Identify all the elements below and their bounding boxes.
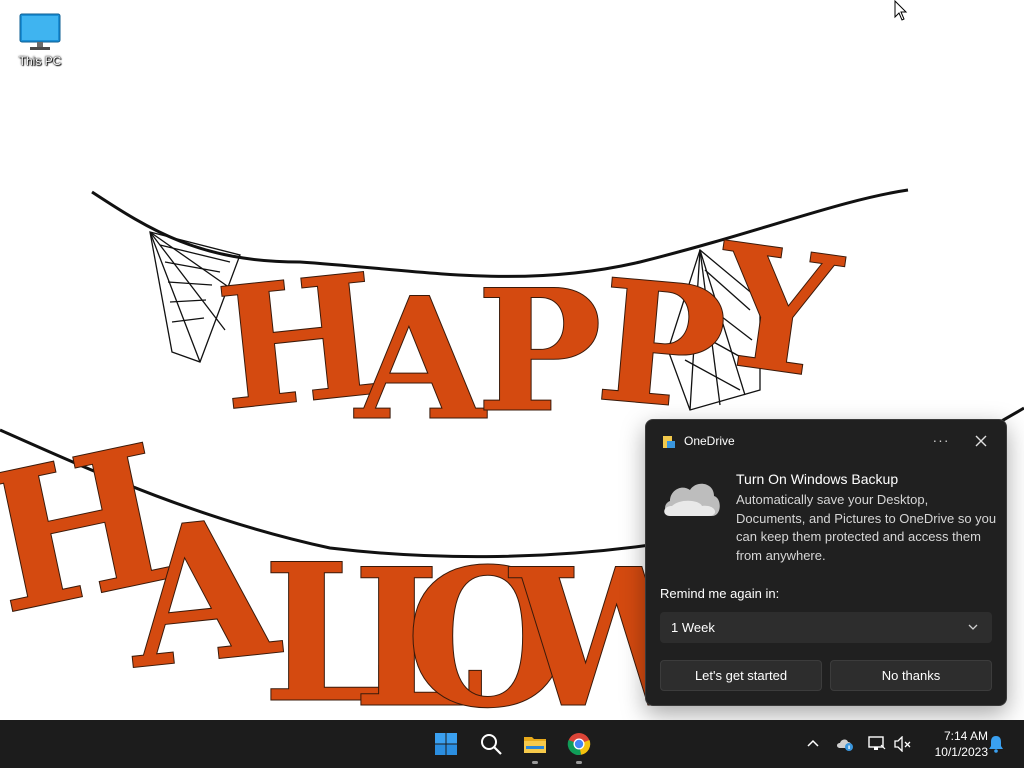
toast-title: Turn On Windows Backup <box>736 471 899 487</box>
monitor-icon <box>19 13 61 50</box>
onedrive-icon[interactable] <box>836 736 854 752</box>
taskbar-clock[interactable]: 7:14 AM 10/1/2023 <box>918 728 988 760</box>
chevron-up-icon[interactable] <box>806 736 820 750</box>
chrome-icon <box>567 733 591 756</box>
search-icon <box>481 734 502 755</box>
toast-header: OneDrive ··· <box>646 420 1006 462</box>
no-thanks-button[interactable]: No thanks <box>830 660 992 691</box>
desktop: H A P P Y H A L L O W This PC OneDrive ·… <box>0 0 1024 720</box>
desktop-icon-label: This PC <box>18 54 62 68</box>
notification-bell-icon[interactable] <box>988 735 1004 753</box>
svg-text:Y: Y <box>701 205 851 418</box>
onedrive-app-icon <box>663 436 675 448</box>
remind-dropdown[interactable]: 1 Week <box>660 612 992 643</box>
remind-dropdown-value: 1 Week <box>671 620 715 635</box>
close-button[interactable] <box>970 430 992 452</box>
windows-start-icon <box>435 733 457 755</box>
lets-get-started-button[interactable]: Let's get started <box>660 660 822 691</box>
mouse-cursor-icon <box>894 0 908 21</box>
cloud-icon <box>664 483 720 516</box>
chevron-down-icon <box>968 624 978 630</box>
toast-message: Automatically save your Desktop, Documen… <box>736 492 997 563</box>
network-icon[interactable] <box>868 736 886 752</box>
folder-icon <box>524 737 546 753</box>
clock-date: 10/1/2023 <box>934 745 988 759</box>
remind-label: Remind me again in: <box>660 586 780 601</box>
taskbar-chrome[interactable] <box>563 728 595 764</box>
svg-text:P: P <box>476 252 602 450</box>
close-icon <box>975 435 987 447</box>
svg-text:A: A <box>353 260 488 458</box>
desktop-icon-this-pc[interactable]: This PC <box>10 8 70 76</box>
taskbar-file-explorer[interactable] <box>519 728 551 764</box>
more-options-icon[interactable]: ··· <box>930 430 952 452</box>
clock-time: 7:14 AM <box>943 729 988 743</box>
running-indicator <box>576 761 582 764</box>
taskbar-start-button[interactable] <box>430 728 462 760</box>
taskbar-search-button[interactable] <box>475 728 507 760</box>
toast-app-name: OneDrive <box>684 434 735 448</box>
volume-muted-icon[interactable] <box>894 736 912 752</box>
onedrive-notification: OneDrive ··· Turn On Windows Backup Auto… <box>645 419 1007 706</box>
taskbar: 7:14 AM 10/1/2023 <box>0 720 1024 768</box>
running-indicator <box>532 761 538 764</box>
